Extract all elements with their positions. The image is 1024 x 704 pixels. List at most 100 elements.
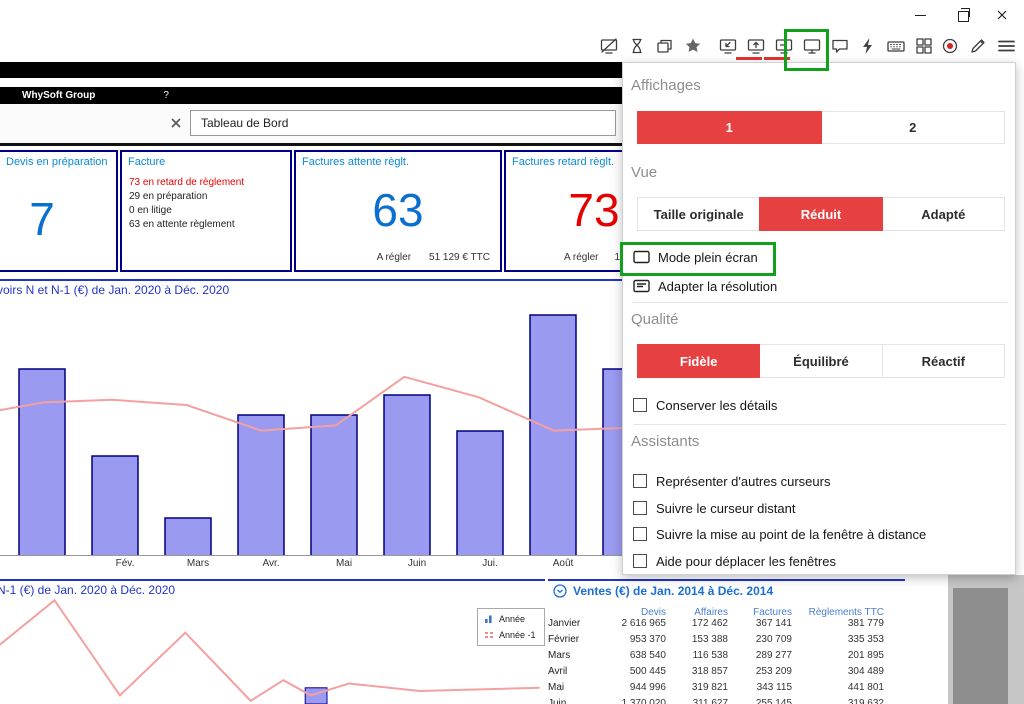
cell: 318 857 (666, 666, 728, 682)
checkbox-represent-cursors[interactable]: Représenter d'autres curseurs (633, 472, 830, 490)
cell: 153 388 (666, 634, 728, 650)
minimize-icon (915, 15, 926, 16)
dashboard-tab[interactable]: Tableau de Bord (190, 110, 616, 136)
divider (0, 143, 622, 146)
bar-marker (305, 688, 327, 704)
cell: 367 141 (728, 618, 792, 634)
checkbox-follow-remote-cursor[interactable]: Suivre le curseur distant (633, 499, 795, 517)
annotation-box-fullscreen-item (620, 242, 776, 276)
row-label: Juin (548, 698, 608, 704)
dashes-legend-icon (484, 630, 494, 640)
cell: 441 801 (792, 682, 884, 698)
adapte-button[interactable]: Adapté (882, 197, 1005, 231)
x-axis-label: Août (553, 558, 574, 569)
scrollbar-block[interactable] (953, 588, 1008, 704)
cell: 953 370 (608, 634, 666, 650)
checkbox-label: Suivre le curseur distant (656, 501, 795, 516)
cell: 230 709 (728, 634, 792, 650)
checkbox[interactable] (633, 474, 647, 488)
checkbox[interactable] (633, 554, 647, 568)
column-header: Devis (608, 607, 666, 618)
remote-app-top-strip (0, 62, 622, 78)
cell: 638 540 (608, 650, 666, 666)
bar-Jui. (457, 431, 503, 556)
minimize-button[interactable] (898, 0, 943, 30)
monitor-receive-icon[interactable] (719, 37, 737, 55)
app-grid-icon[interactable] (915, 37, 933, 55)
cell: 289 277 (728, 650, 792, 666)
bar-Mars (165, 518, 211, 556)
bar-Août (530, 315, 576, 556)
cell: 201 895 (792, 650, 884, 666)
x-axis-label: Fév. (116, 558, 135, 569)
monitor-1-button[interactable]: 1 (637, 111, 822, 144)
section-divider (0, 579, 545, 581)
app-help-link[interactable]: ? (163, 90, 169, 101)
cell: 255 145 (728, 698, 792, 704)
actions-lightning-icon[interactable] (859, 37, 877, 55)
active-tab-indicator (736, 57, 762, 60)
quality-group: Fidèle Équilibré Réactif (638, 344, 1005, 378)
legend-label: Année -1 (499, 630, 536, 640)
reactif-button[interactable]: Réactif (882, 344, 1005, 378)
checkbox-help-move-windows[interactable]: Aide pour déplacer les fenêtres (633, 552, 836, 570)
bar-Avr. (238, 415, 284, 556)
bar-chart-plot (0, 300, 622, 556)
hourglass-icon[interactable] (628, 37, 646, 55)
cell: 253 209 (728, 666, 792, 682)
adapt-resolution-icon (633, 279, 650, 294)
monitor-share-icon[interactable] (747, 37, 765, 55)
x-axis-label: Jui. (482, 558, 498, 569)
card-title: Factures attente règlt. (296, 152, 500, 168)
bar-chart-title: voirs N et N-1 (€) de Jan. 2020 à Déc. 2… (0, 283, 229, 297)
close-button[interactable] (979, 0, 1024, 30)
taille-originale-button[interactable]: Taille originale (637, 197, 760, 231)
tab-bar: Tableau de Bord (0, 104, 622, 143)
checkbox-follow-window-focus[interactable]: Suivre la mise au point de la fenêtre à … (633, 525, 926, 543)
fidele-button[interactable]: Fidèle (637, 344, 760, 378)
line-chart-plot (0, 596, 545, 704)
card-value: 7 (0, 168, 116, 270)
equilibre-button[interactable]: Équilibré (759, 344, 882, 378)
checkbox-conserver-details[interactable]: Conserver les détails (633, 396, 777, 414)
cell: 1 370 020 (608, 698, 666, 704)
bar-Fév. (92, 456, 138, 556)
divider (633, 302, 1007, 303)
chart-legend: Année Année -1 (477, 608, 545, 646)
row-label: Mars (548, 650, 608, 666)
checkbox[interactable] (633, 501, 647, 515)
window-stack-icon[interactable] (656, 37, 674, 55)
monitor-2-button[interactable]: 2 (821, 111, 1006, 144)
section-divider (0, 279, 622, 281)
cell: 343 115 (728, 682, 792, 698)
remote-app-titlebar: WhySoft Group ? (0, 87, 622, 104)
card-line: 29 en préparation (129, 191, 290, 202)
legend-item: Année -1 (484, 630, 538, 640)
section-vue: Vue (631, 164, 657, 181)
checkbox-label: Aide pour déplacer les fenêtres (656, 554, 836, 569)
display-settings-panel: Affichages 1 2 Vue Taille originale Rédu… (622, 62, 1016, 575)
chat-icon[interactable] (831, 37, 849, 55)
checkbox[interactable] (633, 398, 647, 412)
pen-icon[interactable] (969, 37, 987, 55)
x-axis-label: Mars (187, 558, 209, 569)
menu-item-adapt-resolution[interactable]: Adapter la résolution (633, 275, 777, 297)
card-value: 63 (296, 168, 500, 252)
bars-legend-icon (484, 614, 494, 624)
cell: 116 538 (666, 650, 728, 666)
checkbox[interactable] (633, 527, 647, 541)
display-off-icon[interactable] (600, 37, 618, 55)
tab-close-icon[interactable] (169, 116, 183, 130)
record-icon[interactable] (941, 37, 959, 55)
card-facture: Facture 73 en retard de règlement 29 en … (120, 150, 292, 272)
keyboard-icon[interactable] (887, 37, 905, 55)
column-header (548, 596, 608, 618)
card-footer-label: A régler (377, 252, 411, 263)
bar-Mai (311, 415, 357, 556)
card-line: 73 en retard de règlement (129, 177, 290, 188)
favorites-star-icon[interactable] (684, 37, 702, 55)
cell: 319 821 (666, 682, 728, 698)
reduit-button[interactable]: Réduit (759, 197, 882, 231)
card-devis-en-preparation: Devis en préparation 7 (0, 150, 118, 272)
menu-icon[interactable] (997, 37, 1015, 55)
